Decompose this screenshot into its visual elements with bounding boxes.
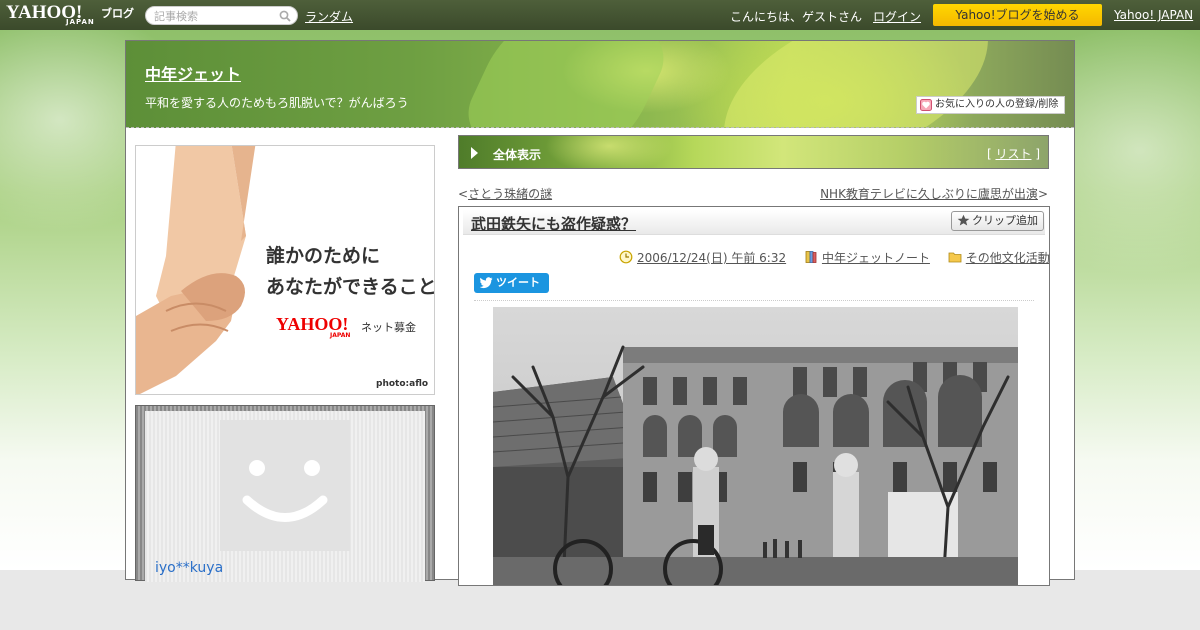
prev-mark: < (458, 187, 469, 201)
article-date-item: 2006/12/24(日) 午前 6:32 (619, 249, 786, 266)
blog-title[interactable]: 中年ジェット (145, 61, 241, 85)
tweet-label: ツイート (496, 276, 540, 289)
star-icon (957, 214, 970, 226)
blog-description: 平和を愛する人のためもろ肌脱いで？がんばろう (145, 96, 409, 110)
list-bracket-close: ] (1031, 147, 1040, 161)
random-link[interactable]: ランダム (305, 8, 353, 25)
triangle-right-icon (471, 147, 478, 159)
ad-photo-credit: photo:aflo (376, 379, 429, 389)
logo-blog: ブログ (101, 7, 134, 20)
profile-name-link[interactable]: iyo**kuya (155, 560, 223, 576)
article-meta: 2006/12/24(日) 午前 6:32 中年ジェットノート その他文化活動 (619, 249, 1049, 266)
list-link[interactable]: リスト (995, 147, 1031, 161)
list-link-wrapper: [ リスト ] (987, 145, 1040, 162)
book-icon (805, 251, 817, 263)
article-photo[interactable] (493, 307, 1018, 585)
search-icon[interactable] (279, 10, 291, 22)
next-article-nav: NHK教育テレビに久しぶりに廬思が出演> (820, 185, 1048, 202)
article-folder-link[interactable]: その他文化活動 (966, 251, 1049, 265)
ad-fund-label: ネット募金 (361, 321, 416, 334)
login-link[interactable]: ログイン (873, 8, 921, 25)
article-date-link[interactable]: 2006/12/24(日) 午前 6:32 (637, 251, 786, 265)
heart-icon (920, 99, 932, 111)
favorite-register-button[interactable]: お気に入りの人の登録/削除 (916, 96, 1065, 114)
greeting-text: こんにちは、ゲストさん (730, 10, 863, 24)
view-all-bar: 全体表示 [ リスト ] (458, 135, 1049, 169)
profile-inner: iyo**kuya (145, 411, 425, 582)
leaf-decoration (457, 41, 675, 127)
blog-header-banner: 中年ジェット 平和を愛する人のためもろ肌脱いで？がんばろう お気に入りの人の登録… (126, 41, 1074, 128)
folder-icon (948, 252, 962, 263)
ad-headline-1: 誰かのために (266, 245, 381, 267)
next-mark: > (1037, 187, 1048, 201)
historic-building-image (493, 307, 1018, 585)
meta-divider (474, 300, 1034, 301)
article-header: 武田鉄矢にも盗作疑惑？ クリップ追加 (463, 210, 1045, 235)
prev-article-nav: <さとう珠緒の謎 (458, 185, 552, 202)
twitter-bird-icon (480, 277, 493, 289)
start-blog-button[interactable]: Yahoo!ブログを始める (933, 4, 1102, 26)
smiley-avatar-icon (242, 460, 328, 522)
net-donation-ad[interactable]: 誰かのために あなたができること YAHOO! JAPAN ネット募金 phot… (135, 145, 435, 395)
article-title[interactable]: 武田鉄矢にも盗作疑惑？ (471, 213, 636, 234)
prev-article-link[interactable]: さとう珠緒の謎 (468, 187, 552, 201)
profile-box: iyo**kuya (135, 405, 435, 582)
clock-icon (619, 250, 633, 264)
article-category-link[interactable]: 中年ジェットノート (822, 251, 930, 265)
top-bar: YAHOO! JAPAN ブログ ランダム こんにちは、ゲストさん ログイン Y… (0, 0, 1200, 30)
ad-yahoo-logo-sub: JAPAN (330, 332, 351, 339)
clip-add-label: クリップ追加 (972, 214, 1038, 227)
logo-japan: JAPAN (66, 18, 95, 26)
view-all-label[interactable]: 全体表示 (493, 146, 541, 163)
article-category-item: 中年ジェットノート (804, 249, 930, 266)
article: 武田鉄矢にも盗作疑惑？ クリップ追加 2006/12/24(日) 午前 6:32 (458, 206, 1050, 586)
leaf-decoration (703, 41, 1009, 127)
next-article-link[interactable]: NHK教育テレビに久しぶりに廬思が出演 (820, 187, 1038, 201)
clip-add-button[interactable]: クリップ追加 (951, 211, 1044, 231)
yahoo-blog-logo[interactable]: YAHOO! JAPAN ブログ (6, 2, 142, 28)
search-box (145, 6, 298, 25)
avatar[interactable] (220, 420, 350, 551)
yahoo-japan-link[interactable]: Yahoo! JAPAN (1114, 8, 1193, 22)
tweet-button[interactable]: ツイート (474, 273, 549, 293)
article-folder-item: その他文化活動 (948, 249, 1049, 266)
hands-image (136, 146, 256, 394)
favorite-register-label: お気に入りの人の登録/削除 (935, 99, 1059, 110)
blog-container: 中年ジェット 平和を愛する人のためもろ肌脱いで？がんばろう お気に入りの人の登録… (125, 40, 1075, 586)
search-input[interactable] (154, 9, 279, 23)
ad-headline-2: あなたができること (266, 276, 435, 298)
